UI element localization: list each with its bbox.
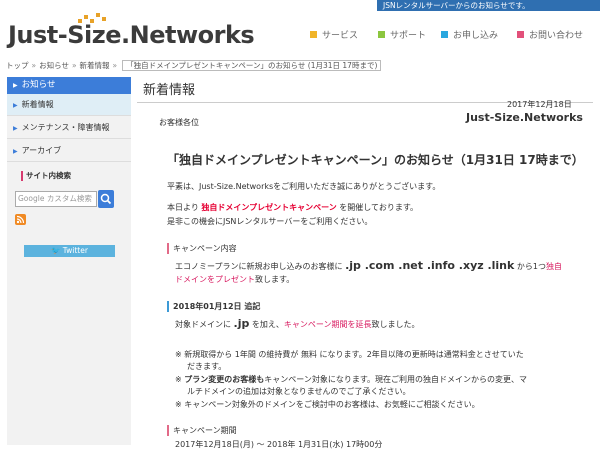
domain-jp: .jp [233,317,250,330]
text-span: を加え、 [251,320,284,329]
text-span: 致しました。 [371,320,420,329]
sidebar-item-label: アーカイブ [21,146,62,155]
text-span: から1つ [516,262,546,271]
breadcrumb-news[interactable]: お知らせ [39,61,69,70]
campaign-period: 2017年12月18日(月) 〜 2018年 1月31日(水) 17時00分 [175,440,383,449]
section-campaign-content: キャンペーン内容 [167,243,237,254]
note-1: ※ 新規取得から 1年間 の維持費が 無料 になります。2年目以降の更新時は通常… [175,350,524,359]
square-icon [310,31,317,38]
text-span: 本日より [167,203,199,212]
breadcrumb-sep: » [71,61,77,70]
rss-icon[interactable] [15,214,26,225]
sidebar-item-archive[interactable]: ▶ アーカイブ [7,140,131,162]
text-span: キャンペーン対象になります。現在ご利用の独自ドメインからの変更、マ [264,375,528,384]
top-bar-message: JSNレンタルサーバーからのお知らせです。 [377,0,600,11]
note-1-cont: だきます。 [187,362,227,371]
page-title: 新着情報 [143,83,196,98]
post-date: 2017年12月18日 [507,100,572,109]
square-icon [441,31,448,38]
breadcrumb-category[interactable]: 新着情報 [80,61,110,70]
nav-contact[interactable]: お問い合わせ [517,30,583,42]
search-icon [100,193,112,205]
text-span: エコノミープランに新規お申し込みのお客様に [175,262,343,271]
campaign-line: 本日より 独自ドメインプレゼントキャンペーン を開催しております。 [167,202,418,213]
text-span: 対象ドメインに [175,320,231,329]
nav-contact-label: お問い合わせ [529,31,584,41]
breadcrumb-current: 「独自ドメインプレゼントキャンペーン」のお知らせ (1月31日 17時まで) [122,60,382,71]
company-logo: Just-Size.Networks [466,111,583,124]
text-span: を開催しております。 [339,203,419,212]
site-logo[interactable]: Just-Size.Networks [8,13,255,50]
triangle-right-icon: ▶ [13,102,18,109]
breadcrumb-home[interactable]: トップ [6,61,29,70]
campaign-content-line2: ドメインをプレゼント致します。 [175,274,294,285]
section-campaign-period: キャンペーン期間 [167,425,237,436]
search-input[interactable]: Google カスタム検索 [15,191,97,207]
triangle-right-icon: ▶ [13,82,18,89]
nav-support[interactable]: サポート [378,30,426,42]
note-3: ※ キャンペーン対象外のドメインをご検討中のお客様は、お気軽にご相談ください。 [175,400,480,409]
logo-dots-icon [78,13,112,25]
sidebar-header[interactable]: ▶ お知らせ [7,77,131,94]
nav-apply[interactable]: お申し込み [441,30,498,42]
bold-text: プラン変更のお客様も [184,375,265,384]
breadcrumb: トップ» お知らせ» 新着情報» 「独自ドメインプレゼントキャンペーン」のお知らせ (… [6,60,596,72]
text-span: 致します。 [255,275,295,284]
section-addendum: 2018年01月12日 追記 [167,301,260,312]
post-title: 「独自ドメインプレゼントキャンペーン」のお知らせ（1月31日 17時まで） [167,153,584,167]
sidebar-item-label: 新着情報 [21,100,54,109]
square-icon [517,31,524,38]
twitter-label: Twitter [62,246,88,255]
nav-apply-label: お申し込み [453,31,499,41]
triangle-right-icon: ▶ [13,125,18,132]
highlight-text: キャンペーン期間を延長 [283,320,372,329]
domain-list: .jp .com .net .info .xyz .link [345,259,515,272]
highlight-text: ドメインをプレゼント [175,275,255,284]
top-bar: JSNレンタルサーバーからのお知らせです。 [0,0,600,11]
addendum-line: 対象ドメインに .jp を加え、キャンペーン期間を延長致しました。 [175,317,420,330]
campaign-name: 独自ドメインプレゼントキャンペーン [201,203,337,212]
salutation: お客様各位 [159,118,199,127]
search-button[interactable] [98,190,114,208]
text-span: ※ [175,375,185,384]
twitter-button[interactable]: 🐦 Twitter [24,245,115,257]
twitter-icon: 🐦 [51,246,61,255]
global-nav: サービス サポート お申し込み お問い合わせ [310,30,595,42]
note-2-cont: ルチドメインの追加は対象となりませんのでご了承ください。 [187,387,411,396]
sidebar: ▶ お知らせ ▶ 新着情報 ▶ メンテナンス・障害情報 ▶ アーカイブ サイト内検索 G… [7,77,131,445]
sidebar-header-label: お知らせ [21,80,56,90]
triangle-right-icon: ▶ [13,148,18,155]
nav-support-label: サポート [390,31,427,41]
logo-text: Just-Size.Networks [8,21,255,49]
nav-service-label: サービス [322,31,359,41]
invite-line: 是非この機会にJSNレンタルサーバーをご利用ください。 [167,217,373,226]
nav-service[interactable]: サービス [310,30,358,42]
campaign-content-line1: エコノミープランに新規お申し込みのお客様に .jp .com .net .inf… [175,259,562,272]
note-2: ※ プラン変更のお客様もキャンペーン対象になります。現在ご利用の独自ドメインから… [175,374,527,385]
breadcrumb-sep: » [31,61,37,70]
site-search-label: サイト内検索 [21,171,71,181]
sidebar-item-maintenance[interactable]: ▶ メンテナンス・障害情報 [7,117,131,139]
sidebar-item-new[interactable]: ▶ 新着情報 [7,94,131,116]
breadcrumb-sep: » [112,61,118,70]
square-icon [378,31,385,38]
sidebar-item-label: メンテナンス・障害情報 [21,123,110,132]
highlight-text: 独自 [545,262,562,271]
main-content: 新着情報 2017年12月18日 お客様各位 Just-Size.Network… [137,77,593,449]
intro-line: 平素は、Just-Size.Networksをご利用いただき誠にありがとうござい… [167,182,441,191]
